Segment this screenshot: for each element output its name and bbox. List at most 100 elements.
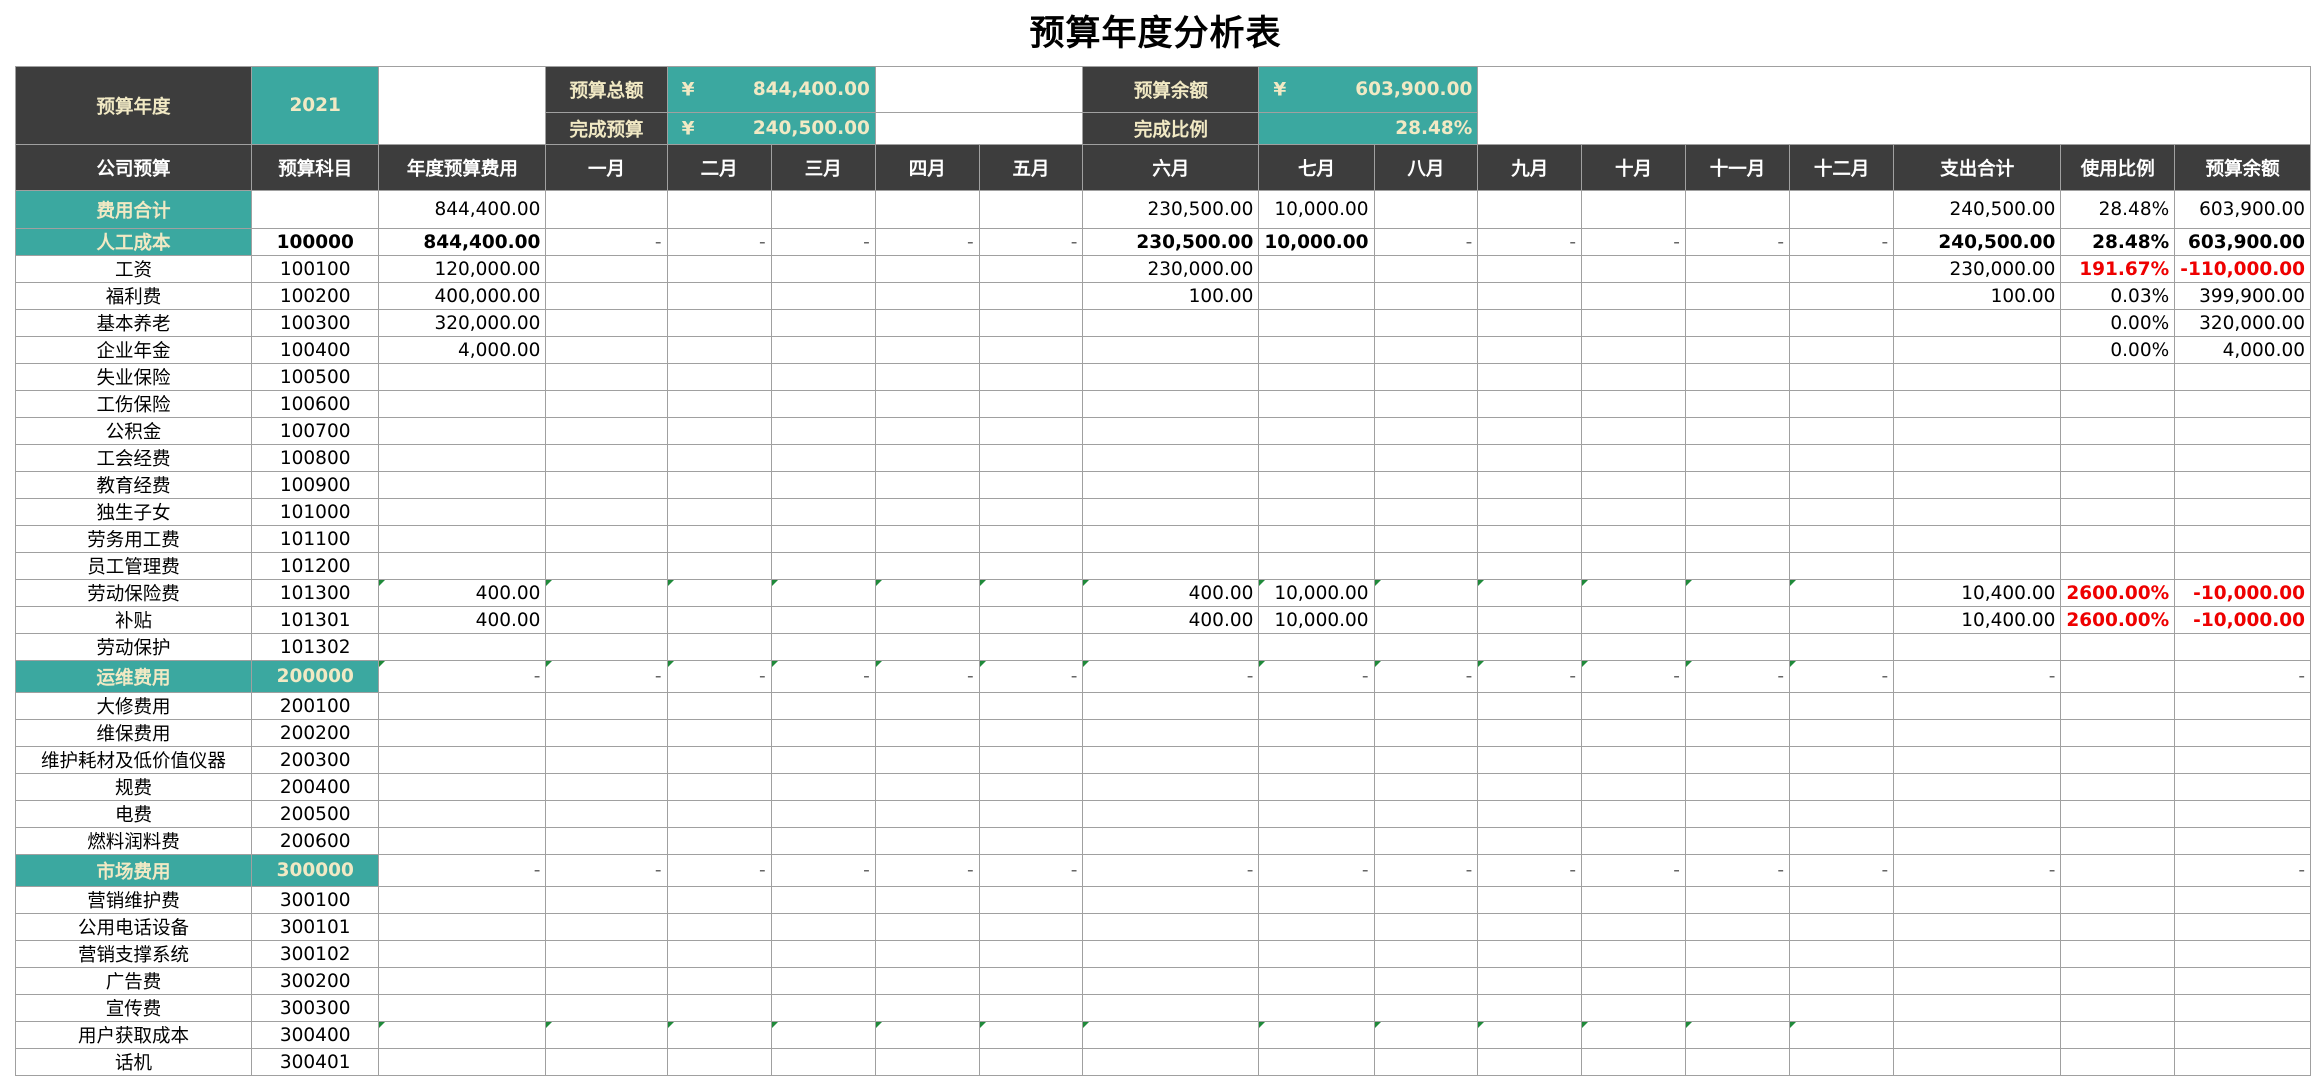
cell-m3[interactable] xyxy=(770,282,876,310)
cell-m9[interactable] xyxy=(1477,190,1583,229)
cell-ratio[interactable] xyxy=(2060,1048,2176,1076)
row-label[interactable]: 企业年金 xyxy=(14,336,253,364)
cell-m1[interactable] xyxy=(545,800,668,828)
cell-m9[interactable] xyxy=(1477,417,1583,445)
cell-m6[interactable] xyxy=(1082,940,1260,968)
cell-m1[interactable] xyxy=(545,606,668,634)
cell-annual[interactable] xyxy=(378,940,547,968)
row-label[interactable]: 人工成本 xyxy=(14,228,253,256)
cell-annual[interactable] xyxy=(378,390,547,418)
cell-m8[interactable] xyxy=(1373,827,1479,855)
column-header[interactable]: 十月 xyxy=(1581,144,1686,191)
cell-total[interactable] xyxy=(1893,471,2062,499)
cell-m4[interactable]: - xyxy=(874,228,980,256)
cell-m7[interactable] xyxy=(1258,746,1375,774)
cell-m2[interactable]: - xyxy=(666,228,772,256)
cell-m9[interactable]: - xyxy=(1477,228,1583,256)
cell-m1[interactable] xyxy=(545,773,668,801)
cell-remain[interactable] xyxy=(2174,390,2311,418)
cell-m3[interactable] xyxy=(770,390,876,418)
cell-remain[interactable] xyxy=(2174,940,2311,968)
row-label[interactable]: 规费 xyxy=(14,773,253,801)
cell-m8[interactable] xyxy=(1373,1048,1479,1076)
account-code[interactable]: 101100 xyxy=(251,525,380,553)
column-header[interactable]: 八月 xyxy=(1373,144,1479,191)
cell-m5[interactable] xyxy=(978,886,1084,914)
remaining-budget-value[interactable]: ¥603,900.00 xyxy=(1258,66,1479,113)
cell-m1[interactable] xyxy=(545,471,668,499)
cell-m3[interactable] xyxy=(770,692,876,720)
cell-total[interactable]: - xyxy=(1893,854,2062,887)
cell-total[interactable]: 230,000.00 xyxy=(1893,255,2062,283)
cell-m3[interactable] xyxy=(770,967,876,995)
account-code[interactable]: 200200 xyxy=(251,719,380,747)
cell-ratio[interactable] xyxy=(2060,746,2176,774)
cell-m9[interactable] xyxy=(1477,282,1583,310)
cell-m11[interactable] xyxy=(1684,190,1791,229)
cell-m2[interactable] xyxy=(666,444,772,472)
column-header[interactable]: 六月 xyxy=(1082,144,1260,191)
cell-m9[interactable]: - xyxy=(1477,660,1583,693)
cell-m6[interactable] xyxy=(1082,417,1260,445)
cell-m1[interactable]: - xyxy=(545,854,668,887)
cell-total[interactable] xyxy=(1893,886,2062,914)
cell-ratio[interactable] xyxy=(2060,692,2176,720)
cell-m2[interactable]: - xyxy=(666,854,772,887)
cell-remain[interactable]: 399,900.00 xyxy=(2174,282,2311,310)
row-label[interactable]: 话机 xyxy=(14,1048,253,1076)
cell-annual[interactable] xyxy=(378,525,547,553)
cell-ratio[interactable] xyxy=(2060,773,2176,801)
cell-m9[interactable] xyxy=(1477,633,1583,661)
cell-m2[interactable] xyxy=(666,800,772,828)
cell-m12[interactable] xyxy=(1789,417,1895,445)
cell-m9[interactable] xyxy=(1477,471,1583,499)
cell-remain[interactable] xyxy=(2174,994,2311,1022)
cell-total[interactable] xyxy=(1893,390,2062,418)
cell-m7[interactable] xyxy=(1258,552,1375,580)
cell-m7[interactable]: - xyxy=(1258,660,1375,693)
cell-m9[interactable]: - xyxy=(1477,854,1583,887)
cell-remain[interactable] xyxy=(2174,773,2311,801)
cell-m3[interactable] xyxy=(770,994,876,1022)
cell-m12[interactable] xyxy=(1789,1048,1895,1076)
cell-m4[interactable] xyxy=(874,913,980,941)
cell-m12[interactable] xyxy=(1789,940,1895,968)
cell-total[interactable] xyxy=(1893,827,2062,855)
cell-m8[interactable] xyxy=(1373,746,1479,774)
cell-m12[interactable] xyxy=(1789,255,1895,283)
cell-m7[interactable] xyxy=(1258,498,1375,526)
cell-m9[interactable] xyxy=(1477,1048,1583,1076)
cell-m2[interactable] xyxy=(666,309,772,337)
cell-m6[interactable] xyxy=(1082,552,1260,580)
cell-m2[interactable] xyxy=(666,773,772,801)
cell-m1[interactable] xyxy=(545,579,668,607)
cell-m2[interactable] xyxy=(666,390,772,418)
cell-remain[interactable] xyxy=(2174,444,2311,472)
cell-m5[interactable] xyxy=(978,444,1084,472)
cell-m2[interactable] xyxy=(666,417,772,445)
cell-m3[interactable] xyxy=(770,579,876,607)
total-budget-value[interactable]: ¥844,400.00 xyxy=(666,66,876,113)
cell-m6[interactable]: 400.00 xyxy=(1082,606,1260,634)
cell-annual[interactable]: - xyxy=(378,854,547,887)
row-label[interactable]: 工会经费 xyxy=(14,444,253,472)
cell-m4[interactable] xyxy=(874,994,980,1022)
cell-m2[interactable] xyxy=(666,719,772,747)
cell-total[interactable] xyxy=(1893,800,2062,828)
account-code[interactable]: 200000 xyxy=(251,660,380,693)
cell-m1[interactable] xyxy=(545,309,668,337)
cell-m12[interactable] xyxy=(1789,498,1895,526)
cell-remain[interactable]: 603,900.00 xyxy=(2174,190,2311,229)
account-code[interactable]: 101302 xyxy=(251,633,380,661)
cell-ratio[interactable]: 0.03% xyxy=(2060,282,2176,310)
cell-m8[interactable] xyxy=(1373,633,1479,661)
cell-m5[interactable] xyxy=(978,994,1084,1022)
column-header[interactable]: 十二月 xyxy=(1789,144,1895,191)
cell-m9[interactable] xyxy=(1477,913,1583,941)
cell-m11[interactable] xyxy=(1684,967,1791,995)
cell-annual[interactable] xyxy=(378,363,547,391)
cell-m7[interactable]: 10,000.00 xyxy=(1258,228,1375,256)
cell-m6[interactable] xyxy=(1082,1021,1260,1049)
cell-m4[interactable] xyxy=(874,633,980,661)
cell-m10[interactable] xyxy=(1581,827,1686,855)
